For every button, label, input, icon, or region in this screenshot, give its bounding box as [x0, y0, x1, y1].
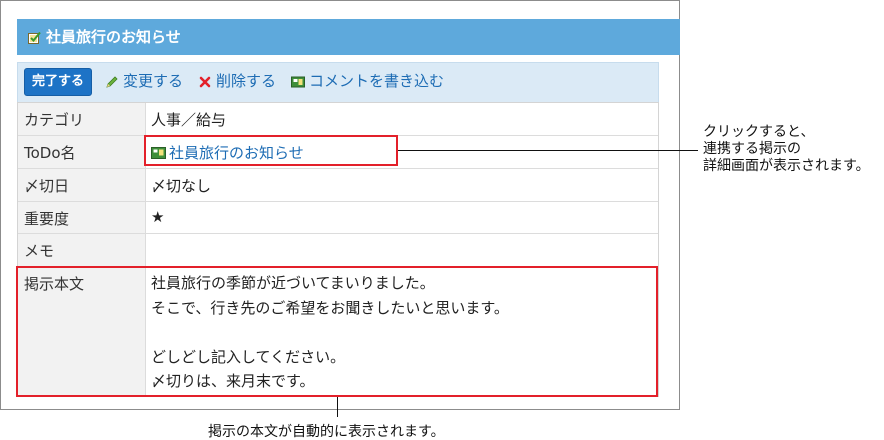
toolbar: 完了する 変更する 削除する コメントを書き込む [17, 62, 659, 102]
row-due-date: 〆切日 〆切なし [18, 169, 658, 202]
comment-label: コメントを書き込む [309, 72, 445, 90]
due-date-value: 〆切なし [151, 177, 212, 195]
post-body-highlight [16, 266, 658, 397]
callout-line [398, 150, 698, 151]
title-bar: 社員旅行のお知らせ [17, 19, 680, 55]
bulletin-board-icon [291, 76, 305, 88]
body-annotation: 掲示の本文が自動的に表示されます。 [208, 424, 445, 440]
memo-label: メモ [18, 234, 146, 266]
annotation-line: クリックすると、 [703, 124, 815, 140]
due-date-label: 〆切日 [18, 169, 146, 201]
todo-name-label: ToDo名 [18, 136, 146, 168]
annotation-line: 詳細画面が表示されます。 [703, 158, 870, 174]
delete-x-icon [199, 76, 211, 88]
page-title: 社員旅行のお知らせ [46, 28, 181, 46]
delete-label: 削除する [216, 72, 277, 90]
pencil-icon [106, 76, 118, 88]
row-priority: 重要度 ★ [18, 202, 658, 234]
todo-check-icon [28, 31, 41, 44]
priority-stars: ★ [151, 208, 165, 226]
complete-button[interactable]: 完了する [24, 68, 92, 96]
edit-label: 変更する [123, 72, 184, 90]
callout-line [337, 397, 338, 417]
row-category: カテゴリ 人事／給与 [18, 103, 658, 136]
annotation-line: 連携する掲示の [703, 141, 801, 157]
category-label: カテゴリ [18, 103, 146, 135]
todo-link-highlight [144, 135, 398, 166]
category-value: 人事／給与 [151, 111, 227, 129]
link-annotation: クリックすると、 連携する掲示の 詳細画面が表示されます。 [703, 124, 870, 175]
priority-label: 重要度 [18, 202, 146, 233]
row-memo: メモ [18, 234, 658, 267]
